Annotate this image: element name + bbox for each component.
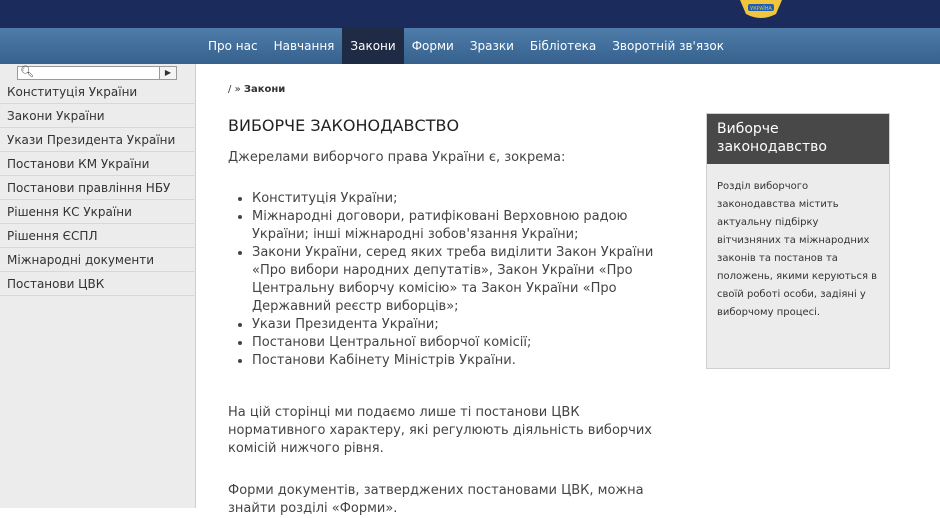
paragraph-forms: Форми документів, затверджених постанова… bbox=[228, 483, 644, 516]
nav-item-1[interactable]: Навчання bbox=[266, 28, 343, 64]
logo[interactable]: УКРАЇНА bbox=[736, 0, 786, 18]
breadcrumb: / » Закони bbox=[228, 84, 285, 95]
sources-list-item: Міжнародні договори, ратифіковані Верхов… bbox=[252, 208, 682, 244]
sidebar-item-5[interactable]: Рішення КС України bbox=[0, 200, 196, 224]
search-input[interactable]: 🔍︎ ▶ bbox=[17, 65, 177, 80]
paragraph-cvk: На цій сторінці ми подаємо лише ті поста… bbox=[228, 405, 652, 456]
page-title: ВИБОРЧЕ ЗАКОНОДАВСТВО bbox=[228, 116, 460, 135]
sidebar-item-1[interactable]: Закони України bbox=[0, 104, 196, 128]
sources-list-item: Постанови Центральної виборчої комісії; bbox=[252, 334, 682, 352]
info-box-title: Виборче законодавство bbox=[707, 114, 889, 164]
sidebar-item-3[interactable]: Постанови КМ України bbox=[0, 152, 196, 176]
breadcrumb-root[interactable]: / bbox=[228, 84, 231, 95]
sidebar-item-6[interactable]: Рішення ЄСПЛ bbox=[0, 224, 196, 248]
search-submit-button[interactable]: ▶ bbox=[159, 66, 177, 80]
info-box-text: Розділ виборчого законодавства містить а… bbox=[717, 181, 878, 318]
sources-list-item: Укази Президента України; bbox=[252, 316, 682, 334]
sidebar-item-7[interactable]: Міжнародні документи bbox=[0, 248, 196, 272]
top-header-bar: УКРАЇНА bbox=[0, 0, 940, 28]
nav-item-3[interactable]: Форми bbox=[404, 28, 462, 64]
nav-item-6[interactable]: Зворотній зв'язок bbox=[604, 28, 732, 64]
sources-list-item: Конституція України; bbox=[252, 190, 682, 208]
sidebar-item-8[interactable]: Постанови ЦВК bbox=[0, 272, 196, 296]
nav-item-4[interactable]: Зразки bbox=[462, 28, 522, 64]
search-icon: 🔍︎ bbox=[20, 65, 34, 78]
breadcrumb-separator: » bbox=[234, 84, 241, 95]
intro-text: Джерелами виборчого права України є, зок… bbox=[228, 150, 566, 165]
nav-item-0[interactable]: Про нас bbox=[200, 28, 266, 64]
nav-item-2[interactable]: Закони bbox=[342, 28, 404, 64]
main-navigation: Про нас Навчання Закони Форми Зразки Бібліоте… bbox=[0, 28, 940, 64]
sources-list-item: Постанови Кабінету Міністрів України. bbox=[252, 352, 682, 370]
sources-list: Конституція України;Міжнародні договори,… bbox=[252, 190, 682, 370]
sidebar-item-0[interactable]: Конституція України bbox=[0, 80, 196, 104]
breadcrumb-current: Закони bbox=[243, 84, 286, 95]
logo-text: УКРАЇНА bbox=[750, 5, 772, 12]
info-box: Виборче законодавство Розділ виборчого з… bbox=[706, 113, 890, 369]
sources-list-item: Закони України, серед яких треба виділит… bbox=[252, 244, 682, 316]
sidebar-item-4[interactable]: Постанови правління НБУ bbox=[0, 176, 196, 200]
sidebar-item-2[interactable]: Укази Президента України bbox=[0, 128, 196, 152]
nav-item-5[interactable]: Бібліотека bbox=[522, 28, 604, 64]
sidebar: 🔍︎ ▶ Конституція України Закони України Ук… bbox=[0, 64, 196, 508]
